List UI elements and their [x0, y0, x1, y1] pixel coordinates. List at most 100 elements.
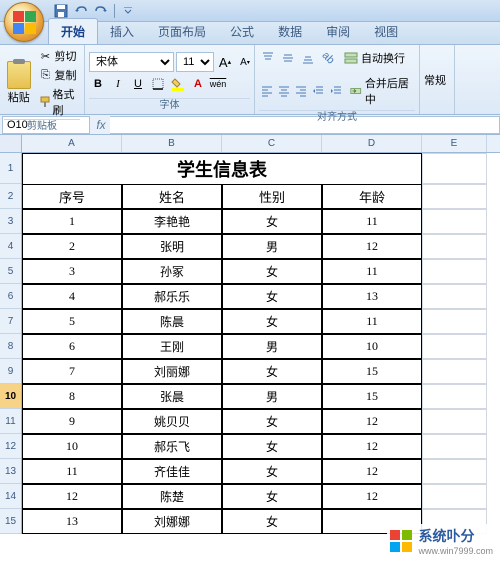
table-cell[interactable]: 郝乐飞	[122, 434, 222, 459]
table-cell[interactable]: 女	[222, 259, 322, 284]
align-right-button[interactable]	[294, 82, 309, 100]
table-cell[interactable]: 12	[322, 434, 422, 459]
tab-data[interactable]: 数据	[266, 19, 314, 44]
align-middle-button[interactable]	[279, 49, 297, 67]
cell[interactable]	[422, 484, 487, 509]
table-cell[interactable]: 女	[222, 484, 322, 509]
table-header-cell[interactable]: 性别	[222, 184, 322, 209]
italic-button[interactable]: I	[109, 75, 127, 93]
table-cell[interactable]: 11	[322, 209, 422, 234]
table-cell[interactable]: 张晨	[122, 384, 222, 409]
column-header[interactable]: E	[422, 135, 487, 152]
paste-button[interactable]: 粘贴	[4, 57, 34, 109]
row-header[interactable]: 15	[0, 509, 21, 534]
tab-formulas[interactable]: 公式	[218, 19, 266, 44]
orientation-button[interactable]: ab	[319, 49, 337, 67]
font-name-select[interactable]: 宋体	[89, 52, 174, 72]
cell[interactable]	[422, 359, 487, 384]
column-header[interactable]: C	[222, 135, 322, 152]
tab-home[interactable]: 开始	[48, 18, 98, 44]
table-cell[interactable]: 女	[222, 284, 322, 309]
column-header[interactable]: B	[122, 135, 222, 152]
table-cell[interactable]: 女	[222, 434, 322, 459]
table-cell[interactable]: 女	[222, 459, 322, 484]
bold-button[interactable]: B	[89, 75, 107, 93]
table-cell[interactable]: 刘丽娜	[122, 359, 222, 384]
row-header[interactable]: 9	[0, 359, 21, 384]
cell[interactable]	[422, 153, 487, 184]
tab-review[interactable]: 审阅	[314, 19, 362, 44]
undo-button[interactable]	[72, 2, 90, 20]
cell[interactable]	[422, 409, 487, 434]
underline-button[interactable]: U	[129, 75, 147, 93]
cell[interactable]	[422, 259, 487, 284]
qat-customize-button[interactable]	[119, 2, 137, 20]
table-cell[interactable]: 郝乐乐	[122, 284, 222, 309]
wrap-text-button[interactable]: 自动换行	[339, 47, 410, 69]
align-bottom-button[interactable]	[299, 49, 317, 67]
table-cell[interactable]: 女	[222, 209, 322, 234]
table-cell[interactable]: 11	[322, 259, 422, 284]
table-cell[interactable]: 2	[22, 234, 122, 259]
save-button[interactable]	[52, 2, 70, 20]
row-header[interactable]: 12	[0, 434, 21, 459]
table-cell[interactable]: 姚贝贝	[122, 409, 222, 434]
table-cell[interactable]: 12	[322, 234, 422, 259]
row-header[interactable]: 3	[0, 209, 21, 234]
table-cell[interactable]: 9	[22, 409, 122, 434]
table-cell[interactable]: 王刚	[122, 334, 222, 359]
table-header-cell[interactable]: 年龄	[322, 184, 422, 209]
table-cell[interactable]: 12	[322, 409, 422, 434]
fill-color-button[interactable]	[169, 75, 187, 93]
row-header[interactable]: 6	[0, 284, 21, 309]
align-center-button[interactable]	[276, 82, 291, 100]
table-cell[interactable]: 12	[322, 484, 422, 509]
table-cell[interactable]: 张明	[122, 234, 222, 259]
row-header[interactable]: 1	[0, 153, 21, 184]
table-cell[interactable]: 6	[22, 334, 122, 359]
table-cell[interactable]: 3	[22, 259, 122, 284]
table-cell[interactable]: 1	[22, 209, 122, 234]
table-cell[interactable]: 11	[22, 459, 122, 484]
cell[interactable]	[422, 284, 487, 309]
table-cell[interactable]: 女	[222, 409, 322, 434]
cell[interactable]	[422, 209, 487, 234]
table-cell[interactable]: 12	[22, 484, 122, 509]
cell[interactable]	[422, 234, 487, 259]
row-header[interactable]: 4	[0, 234, 21, 259]
copy-button[interactable]: ⎘ 复制	[36, 66, 81, 84]
cell[interactable]	[422, 334, 487, 359]
table-cell[interactable]: 10	[322, 334, 422, 359]
cell[interactable]	[422, 384, 487, 409]
office-button[interactable]	[4, 2, 44, 42]
merge-center-button[interactable]: 合并后居中	[345, 72, 415, 110]
table-cell[interactable]: 12	[322, 459, 422, 484]
cell[interactable]	[422, 459, 487, 484]
row-header[interactable]: 8	[0, 334, 21, 359]
table-cell[interactable]: 齐佳佳	[122, 459, 222, 484]
table-cell[interactable]: 男	[222, 234, 322, 259]
row-header[interactable]: 10	[0, 384, 21, 409]
align-left-button[interactable]	[259, 82, 274, 100]
fx-button[interactable]: fx	[92, 116, 110, 134]
table-cell[interactable]: 13	[22, 509, 122, 534]
row-header[interactable]: 2	[0, 184, 21, 209]
cell[interactable]	[422, 309, 487, 334]
cut-button[interactable]: ✂ 剪切	[36, 47, 81, 65]
table-cell[interactable]: 李艳艳	[122, 209, 222, 234]
row-header[interactable]: 13	[0, 459, 21, 484]
tab-layout[interactable]: 页面布局	[146, 19, 218, 44]
format-painter-button[interactable]: 格式刷	[36, 85, 81, 119]
table-cell[interactable]: 刘娜娜	[122, 509, 222, 534]
font-size-select[interactable]: 11	[176, 52, 214, 72]
row-header[interactable]: 7	[0, 309, 21, 334]
column-header[interactable]: A	[22, 135, 122, 152]
table-cell[interactable]: 男	[222, 384, 322, 409]
data-grid[interactable]: 学生信息表序号姓名性别年龄1李艳艳女112张明男123孙冢女114郝乐乐女135…	[22, 153, 500, 534]
tab-insert[interactable]: 插入	[98, 19, 146, 44]
table-cell[interactable]: 11	[322, 309, 422, 334]
select-all-corner[interactable]	[0, 135, 21, 153]
table-cell[interactable]: 15	[322, 384, 422, 409]
table-cell[interactable]: 5	[22, 309, 122, 334]
cell[interactable]	[422, 184, 487, 209]
